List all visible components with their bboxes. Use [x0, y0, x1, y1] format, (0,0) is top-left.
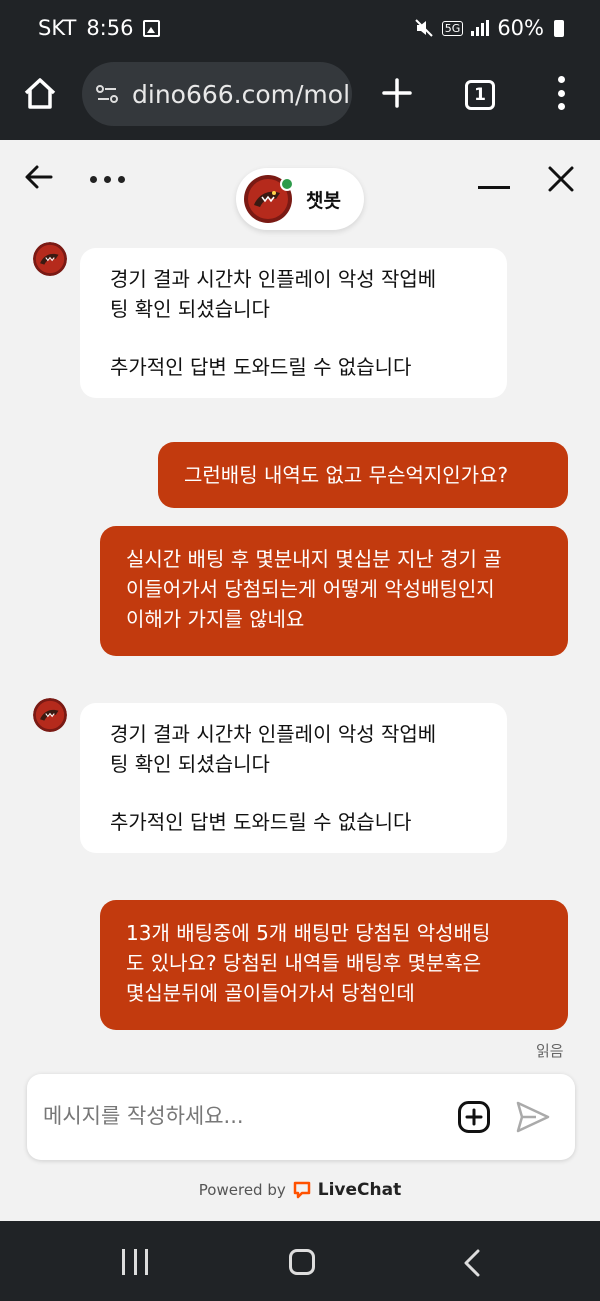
message-line: 도 있나요? 당첨된 내역들 배팅후 몇분혹은: [126, 951, 482, 975]
livechat-brand: LiveChat: [317, 1180, 402, 1200]
message-input[interactable]: [43, 1096, 433, 1136]
powered-by[interactable]: Powered by LiveChat: [0, 1180, 600, 1200]
status-left: SKT 8:56: [38, 16, 161, 40]
minimize-icon[interactable]: [478, 186, 510, 189]
address-bar[interactable]: dino666.com/mol: [82, 62, 352, 126]
dino-logo-icon: [33, 698, 67, 732]
clock: 8:56: [86, 16, 134, 40]
agent-avatar-small: [33, 698, 67, 732]
message-line: 이들어가서 당첨되는게 어떻게 악성배팅인지: [126, 577, 495, 601]
dino-logo-icon: [33, 242, 67, 276]
battery-percent: 60%: [497, 16, 544, 40]
agent-message: 경기 결과 시간차 인플레이 악성 작업베 팅 확인 되셨습니다 추가적인 답변…: [80, 703, 507, 853]
agent-avatar-small: [33, 242, 67, 276]
home-nav-icon[interactable]: [289, 1249, 315, 1275]
mute-icon: [415, 19, 433, 37]
message-line: 이해가 가지를 않네요: [126, 607, 305, 631]
livechat-logo-icon: [293, 1181, 310, 1199]
user-message: 실시간 배팅 후 몇분내지 몇십분 지난 경기 골 이들어가서 당첨되는게 어떻…: [100, 526, 568, 656]
attach-icon[interactable]: [457, 1100, 491, 1134]
back-arrow-icon[interactable]: [24, 162, 54, 192]
agent-avatar: [244, 175, 294, 223]
message-line: 팅 확인 되셨습니다: [110, 297, 270, 321]
browser-menu-icon[interactable]: [556, 76, 566, 110]
message-line: 추가적인 답변 도와드릴 수 없습니다: [110, 810, 412, 834]
user-message: 13개 배팅중에 5개 배팅만 당첨된 악성배팅 도 있나요? 당첨된 내역들 …: [100, 900, 568, 1030]
chat-header: 챗봇: [0, 140, 600, 230]
carrier-label: SKT: [38, 16, 77, 40]
agent-name: 챗봇: [306, 189, 341, 212]
home-icon[interactable]: [20, 74, 60, 114]
message-composer: [27, 1074, 575, 1160]
send-icon[interactable]: [515, 1100, 551, 1134]
message-line: 추가적인 답변 도와드릴 수 없습니다: [110, 355, 412, 379]
message-line: 실시간 배팅 후 몇분내지 몇십분 지난 경기 골: [126, 547, 502, 571]
status-bar: SKT 8:56 5G 60%: [0, 0, 600, 58]
message-line: 13개 배팅중에 5개 배팅만 당첨된 악성배팅: [126, 921, 491, 945]
user-message: 그런배팅 내역도 없고 무슨억지인가요?: [158, 442, 568, 508]
agent-message: 경기 결과 시간차 인플레이 악성 작업베 팅 확인 되셨습니다 추가적인 답변…: [80, 248, 507, 398]
close-icon[interactable]: [546, 164, 576, 194]
message-line: 경기 결과 시간차 인플레이 악성 작업베: [110, 722, 437, 746]
browser-toolbar: dino666.com/mol 1: [0, 58, 600, 140]
powered-by-label: Powered by: [198, 1181, 286, 1199]
site-settings-icon[interactable]: [94, 81, 120, 107]
signal-icon: [471, 20, 490, 36]
message-line: 몇십분뒤에 골이들어가서 당첨인데: [126, 981, 415, 1005]
agent-badge: 챗봇: [236, 168, 364, 230]
network-type: 5G: [441, 20, 464, 36]
url-text: dino666.com/mol: [132, 79, 351, 109]
recents-icon[interactable]: [122, 1249, 148, 1275]
status-right: 5G 60%: [414, 16, 564, 40]
message-line: 팅 확인 되셨습니다: [110, 752, 270, 776]
more-options-icon[interactable]: [90, 176, 125, 183]
back-nav-icon[interactable]: [462, 1249, 482, 1277]
gallery-icon: [143, 19, 161, 37]
tab-switcher-button[interactable]: 1: [465, 80, 495, 110]
message-line: 경기 결과 시간차 인플레이 악성 작업베: [110, 267, 437, 291]
online-status-dot: [280, 177, 294, 191]
battery-icon: [554, 19, 564, 37]
read-receipt: 읽음: [536, 1042, 564, 1060]
message-line: 그런배팅 내역도 없고 무슨억지인가요?: [184, 463, 509, 487]
system-nav-bar: [0, 1221, 600, 1301]
new-tab-icon[interactable]: [380, 76, 414, 110]
